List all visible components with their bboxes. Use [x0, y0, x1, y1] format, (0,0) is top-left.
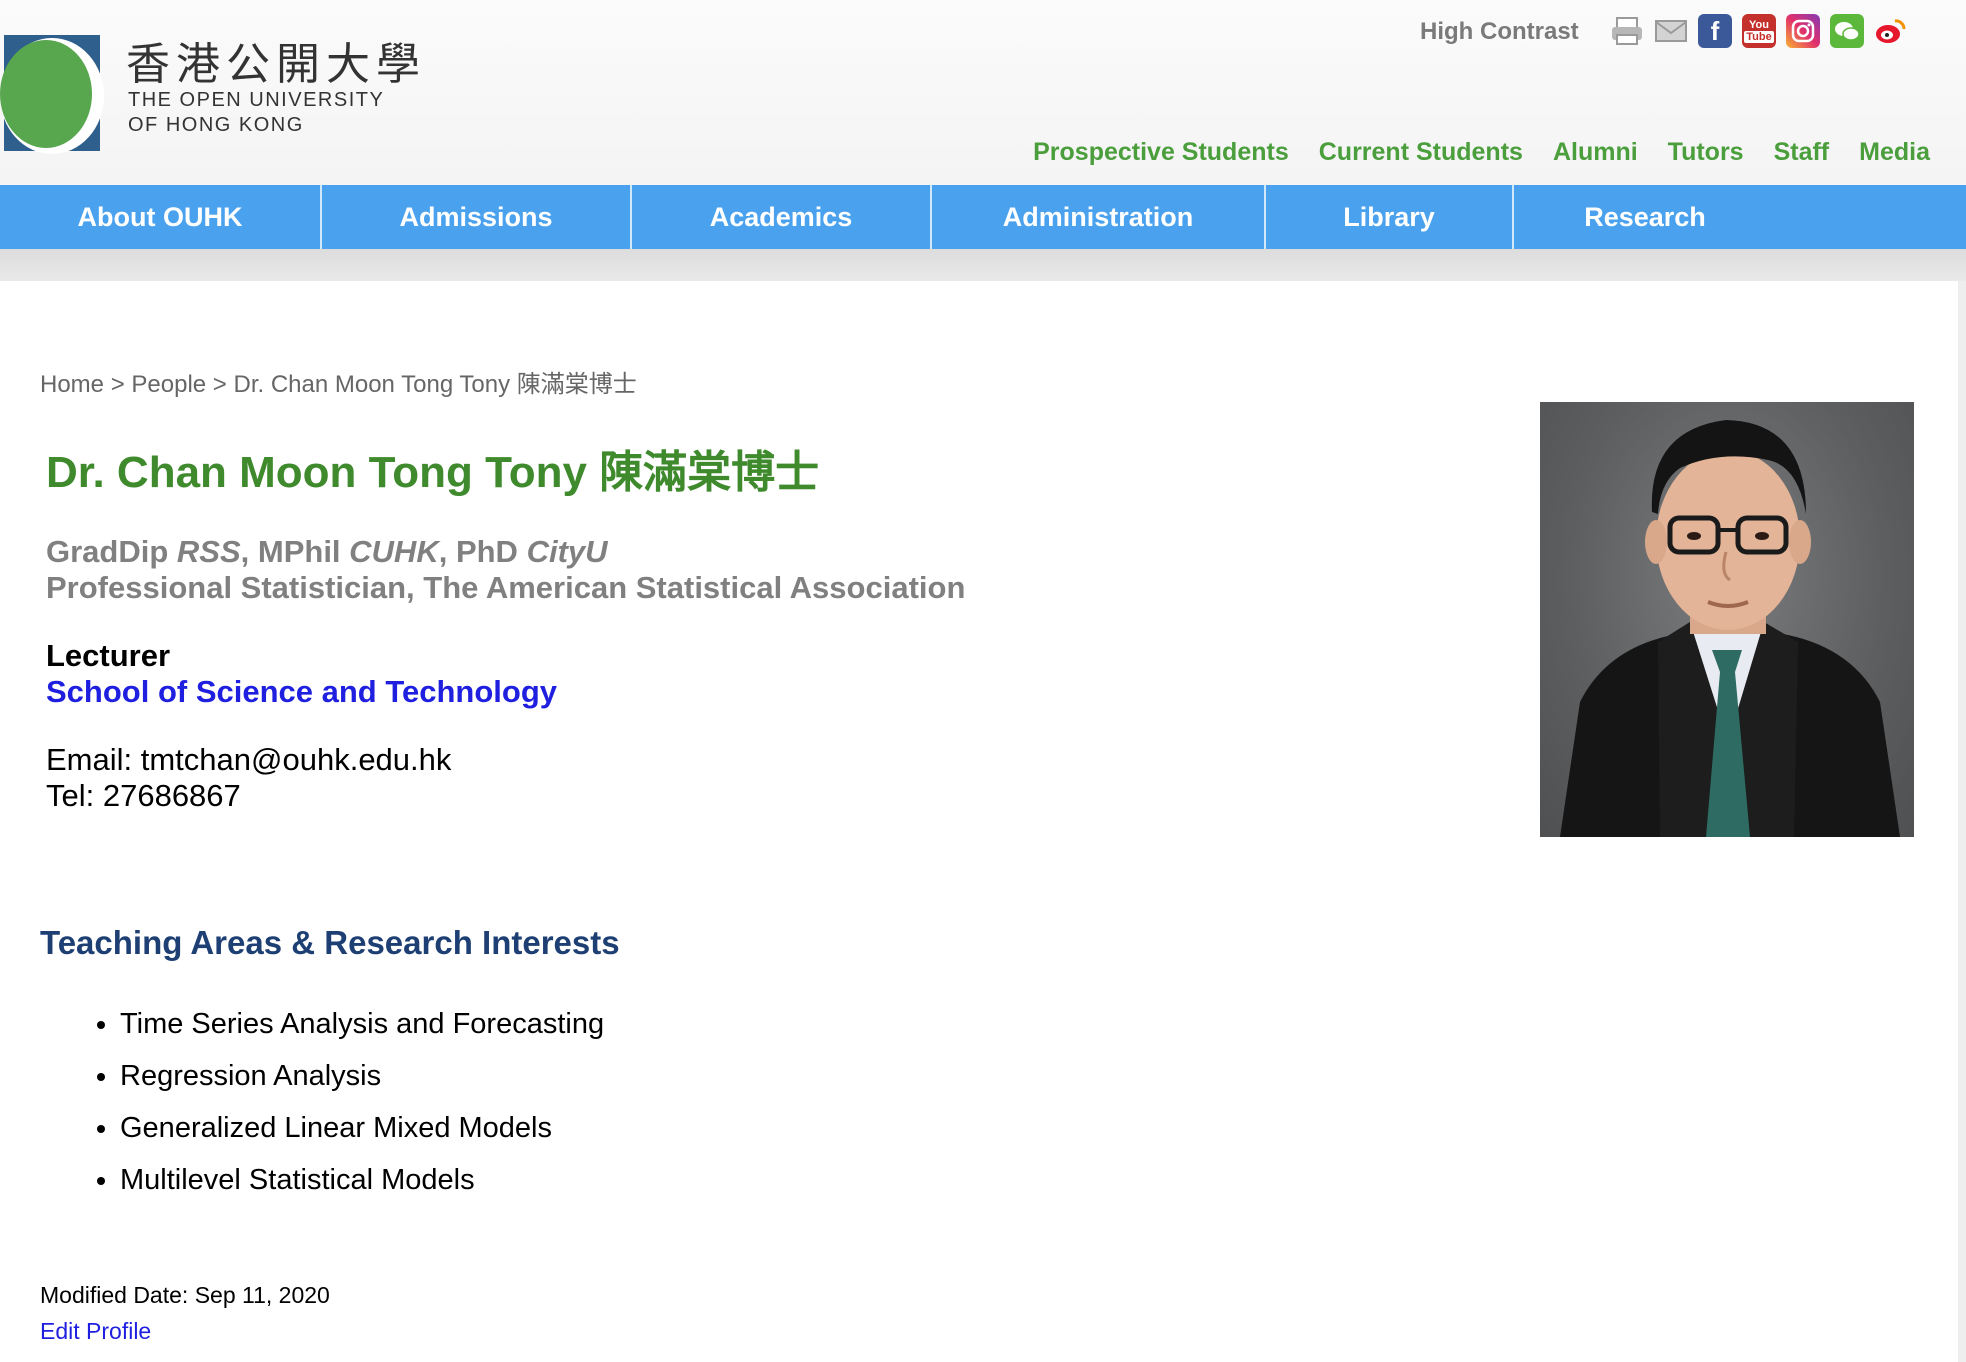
logo-circle — [0, 40, 92, 148]
list-item: Regression Analysis — [120, 1050, 604, 1102]
menu-administration[interactable]: Administration — [932, 185, 1264, 249]
university-logo[interactable]: 香港公開大學 THE OPEN UNIVERSITY OF HONG KONG — [0, 0, 420, 160]
list-item: Time Series Analysis and Forecasting — [120, 998, 604, 1050]
menu-research[interactable]: Research — [1514, 185, 1776, 249]
nav-staff[interactable]: Staff — [1774, 138, 1830, 167]
professional-title: Professional Statistician, The American … — [46, 570, 966, 605]
teaching-areas-list: Time Series Analysis and Forecasting Reg… — [70, 998, 604, 1206]
nav-alumni[interactable]: Alumni — [1553, 138, 1638, 167]
tel-text: Tel: 27686867 — [46, 778, 241, 813]
portrait-illustration — [1560, 420, 1900, 837]
breadcrumb-separator: > — [212, 371, 227, 398]
social-icons: f You Tube — [1610, 14, 1908, 48]
menu-shadow-band — [0, 249, 1966, 281]
breadcrumb-current: Dr. Chan Moon Tong Tony 陳滿棠博士 — [233, 371, 637, 398]
list-item: Multilevel Statistical Models — [120, 1154, 604, 1206]
menu-library[interactable]: Library — [1266, 185, 1512, 249]
qualifications: GradDip RSS, MPhil CUHK, PhD CityU Profe… — [46, 534, 965, 606]
breadcrumb-people[interactable]: People — [131, 371, 206, 398]
weibo-icon[interactable] — [1874, 14, 1908, 48]
print-icon[interactable] — [1610, 14, 1644, 48]
menu-academics[interactable]: Academics — [632, 185, 930, 249]
logo-english-name: THE OPEN UNIVERSITY OF HONG KONG — [128, 88, 384, 138]
edit-profile-link[interactable]: Edit Profile — [40, 1318, 151, 1345]
modified-date: Modified Date: Sep 11, 2020 — [40, 1282, 330, 1308]
nav-media[interactable]: Media — [1859, 138, 1930, 167]
high-contrast-toggle[interactable]: High Contrast — [1420, 18, 1579, 46]
site-header: 香港公開大學 THE OPEN UNIVERSITY OF HONG KONG … — [0, 0, 1966, 185]
logo-chinese-name: 香港公開大學 — [126, 39, 426, 90]
email-text[interactable]: Email: tmtchan@ouhk.edu.hk — [46, 742, 451, 778]
instagram-icon[interactable] — [1786, 14, 1820, 48]
profile-name: Dr. Chan Moon Tong Tony 陳滿棠博士 — [46, 448, 820, 497]
main-menu: About OUHK Admissions Academics Administ… — [0, 185, 1966, 249]
menu-admissions[interactable]: Admissions — [322, 185, 630, 249]
facebook-icon[interactable]: f — [1698, 14, 1732, 48]
nav-prospective-students[interactable]: Prospective Students — [1033, 138, 1289, 167]
list-item: Generalized Linear Mixed Models — [120, 1102, 604, 1154]
nav-current-students[interactable]: Current Students — [1319, 138, 1523, 167]
audience-nav: Prospective Students Current Students Al… — [1033, 138, 1930, 167]
logo-english-line-2: OF HONG KONG — [128, 114, 304, 136]
degrees-line: GradDip RSS, MPhil CUHK, PhD CityU — [46, 534, 608, 569]
school-link[interactable]: School of Science and Technology — [46, 674, 557, 710]
mail-icon[interactable] — [1654, 14, 1688, 48]
teaching-areas-heading: Teaching Areas & Research Interests — [40, 924, 620, 961]
contact-info: Email: tmtchan@ouhk.edu.hk Tel: 27686867 — [46, 742, 451, 814]
profile-photo — [1540, 402, 1914, 837]
nav-tutors[interactable]: Tutors — [1668, 138, 1744, 167]
page-right-border — [1958, 281, 1966, 1362]
breadcrumb-home[interactable]: Home — [40, 371, 104, 398]
logo-english-line-1: THE OPEN UNIVERSITY — [128, 89, 385, 111]
breadcrumb-separator: > — [110, 371, 125, 398]
wechat-icon[interactable] — [1830, 14, 1864, 48]
menu-about-ouhk[interactable]: About OUHK — [0, 185, 320, 249]
position-title: Lecturer — [46, 638, 171, 673]
breadcrumb: Home > People > Dr. Chan Moon Tong Tony … — [40, 364, 637, 399]
youtube-icon[interactable]: You Tube — [1742, 14, 1776, 48]
